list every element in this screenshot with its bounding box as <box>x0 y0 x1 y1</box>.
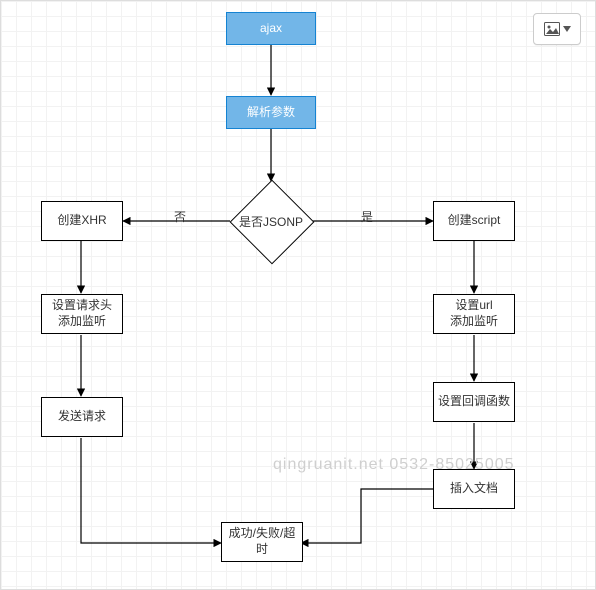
node-result-label: 成功/失败/超时 <box>224 526 300 557</box>
node-script-label: 创建script <box>448 213 501 229</box>
node-send-label: 发送请求 <box>58 409 106 425</box>
node-callback[interactable]: 设置回调函数 <box>433 382 515 422</box>
node-parse-label: 解析参数 <box>247 105 295 121</box>
node-xhr-label: 创建XHR <box>57 213 106 229</box>
node-set-url[interactable]: 设置url 添加监听 <box>433 294 515 334</box>
node-set-header-label: 设置请求头 添加监听 <box>52 298 112 329</box>
edge-label-yes: 是 <box>361 208 373 225</box>
node-callback-label: 设置回调函数 <box>438 394 510 410</box>
node-ajax[interactable]: ajax <box>226 12 316 45</box>
insert-image-button[interactable] <box>533 13 581 45</box>
caret-down-icon <box>563 26 571 32</box>
node-script[interactable]: 创建script <box>433 201 515 241</box>
node-decision-label: 是否JSONP <box>239 213 303 230</box>
flowchart-canvas: 否 是 ajax 解析参数 是否JSONP 创建XHR 创建script 设置请… <box>0 0 596 590</box>
node-ajax-label: ajax <box>260 21 282 37</box>
node-decision[interactable]: 是否JSONP <box>231 181 311 261</box>
node-parse[interactable]: 解析参数 <box>226 96 316 129</box>
node-insert-doc-label: 插入文档 <box>450 481 498 497</box>
node-send[interactable]: 发送请求 <box>41 397 123 437</box>
node-xhr[interactable]: 创建XHR <box>41 201 123 241</box>
node-insert-doc[interactable]: 插入文档 <box>433 469 515 509</box>
edge-label-no: 否 <box>174 208 186 225</box>
node-set-header[interactable]: 设置请求头 添加监听 <box>41 294 123 334</box>
node-set-url-label: 设置url 添加监听 <box>450 298 498 329</box>
image-icon <box>544 22 560 36</box>
node-result[interactable]: 成功/失败/超时 <box>221 522 303 562</box>
